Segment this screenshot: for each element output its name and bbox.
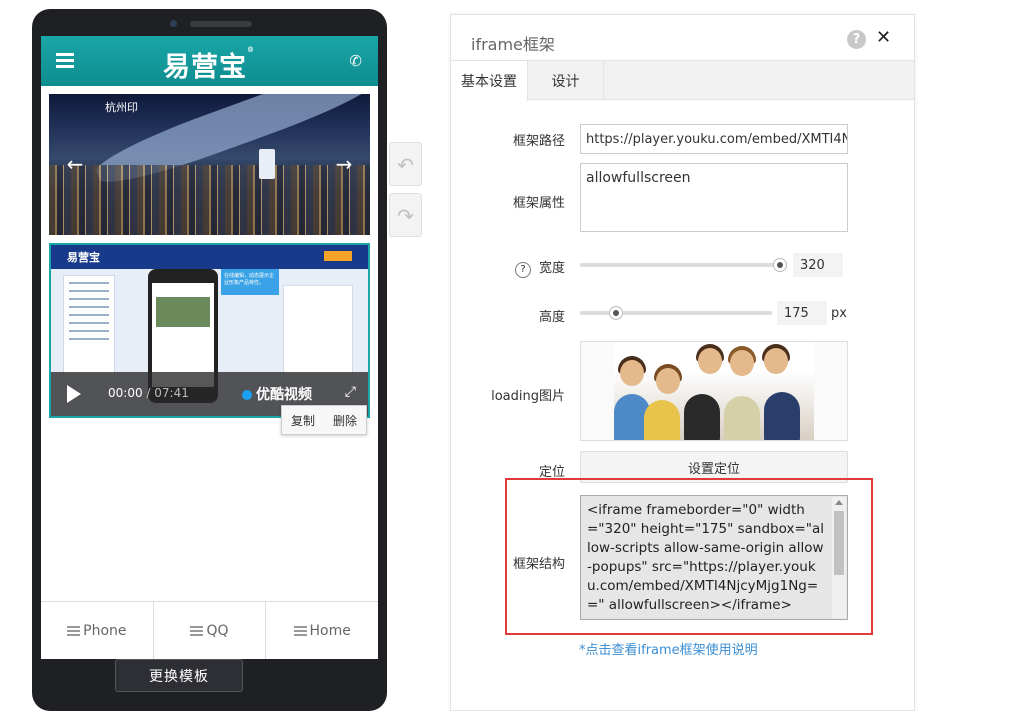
close-icon[interactable]: ✕ — [876, 27, 891, 48]
phone-mockup: 易营宝® ✆ 杭州印 ← → 易营宝 在线编辑，动态展示企业形象产品特性。 00… — [32, 9, 387, 711]
fullscreen-icon[interactable]: ⤢ — [345, 384, 356, 400]
phone-speaker — [190, 21, 252, 27]
video-frame-header: 易营宝 — [51, 245, 368, 269]
site-logo: 易营宝® — [163, 45, 255, 83]
height-label: 高度 — [538, 310, 565, 325]
slider-next-arrow-icon[interactable]: → — [330, 150, 358, 178]
banner-image-city — [49, 165, 370, 235]
play-icon[interactable] — [67, 385, 81, 403]
mobile-header: 易营宝® ✆ — [41, 36, 378, 86]
tab-basic-settings[interactable]: 基本设置 — [451, 61, 528, 101]
width-help-icon[interactable]: ? — [514, 262, 531, 278]
change-template-button[interactable]: 更换模板 — [115, 659, 243, 692]
video-frame-bubble: 在线编辑，动态展示企业形象产品特性。 — [221, 269, 279, 295]
banner-image-tower — [259, 149, 275, 179]
width-slider-knob[interactable] — [772, 258, 787, 272]
width-slider-track[interactable] — [580, 263, 782, 267]
loading-image-label: loading图片 — [491, 389, 565, 404]
youku-logo-icon — [242, 390, 252, 400]
iframe-settings-panel: iframe框架 ? ✕ 基本设置 设计 框架路径 https://player… — [450, 14, 915, 711]
redo-icon: ↷ — [397, 204, 414, 228]
banner-slider[interactable]: 杭州印 ← → — [49, 94, 370, 235]
panel-title: iframe框架 — [471, 35, 555, 54]
attributes-label: 框架属性 — [512, 196, 565, 211]
delete-button[interactable]: 删除 — [333, 412, 357, 429]
banner-logo: 杭州印 — [105, 101, 138, 114]
width-input[interactable]: 320 — [793, 253, 843, 277]
tab-design[interactable]: 设计 — [528, 61, 604, 101]
video-frame-badge — [324, 251, 352, 261]
iframe-help-link[interactable]: *点击查看iframe框架使用说明 — [579, 639, 758, 658]
nav-item-home[interactable]: Home — [266, 602, 378, 659]
nav-item-phone[interactable]: Phone — [41, 602, 154, 659]
camera-dot — [170, 20, 177, 27]
highlight-box — [505, 478, 873, 635]
loading-image-picker[interactable] — [580, 341, 848, 441]
youku-brand: 优酷视频 — [242, 384, 312, 404]
menu-lines-icon — [293, 624, 307, 638]
video-frame-sidebar — [63, 275, 115, 375]
phone-screen: 易营宝® ✆ 杭州印 ← → 易营宝 在线编辑，动态展示企业形象产品特性。 00… — [41, 36, 378, 659]
menu-lines-icon — [190, 624, 204, 638]
nav-item-qq[interactable]: QQ — [154, 602, 267, 659]
undo-button[interactable]: ↶ — [389, 142, 422, 186]
hamburger-menu-icon[interactable] — [56, 53, 74, 68]
slider-prev-arrow-icon[interactable]: ← — [61, 150, 89, 178]
height-input[interactable]: 175 — [777, 301, 827, 325]
height-unit: px — [831, 306, 847, 321]
undo-icon: ↶ — [397, 153, 414, 177]
mobile-bottom-nav: Phone QQ Home — [41, 601, 378, 659]
width-label: ? 宽度 — [455, 257, 565, 278]
loading-image-thumbnail — [614, 342, 814, 440]
iframe-video-player[interactable]: 易营宝 在线编辑，动态展示企业形象产品特性。 00:00 / 07:41 优酷视… — [49, 243, 370, 418]
video-frame-logo: 易营宝 — [67, 251, 100, 264]
path-label: 框架路径 — [512, 134, 565, 149]
path-input[interactable]: https://player.youku.com/embed/XMTI4Njcy — [580, 124, 848, 154]
redo-button[interactable]: ↷ — [389, 193, 422, 237]
element-context-popup: 复制 删除 — [281, 405, 367, 435]
panel-tabs: 基本设置 设计 — [451, 60, 914, 101]
video-time: 00:00 / 07:41 — [108, 386, 189, 400]
height-slider-knob[interactable] — [609, 306, 624, 320]
copy-button[interactable]: 复制 — [291, 412, 315, 429]
phone-call-icon[interactable]: ✆ — [349, 52, 362, 70]
video-frame-panel — [283, 285, 353, 375]
attributes-textarea[interactable]: allowfullscreen — [580, 163, 848, 232]
menu-lines-icon — [67, 624, 81, 638]
help-icon[interactable]: ? — [847, 30, 866, 49]
